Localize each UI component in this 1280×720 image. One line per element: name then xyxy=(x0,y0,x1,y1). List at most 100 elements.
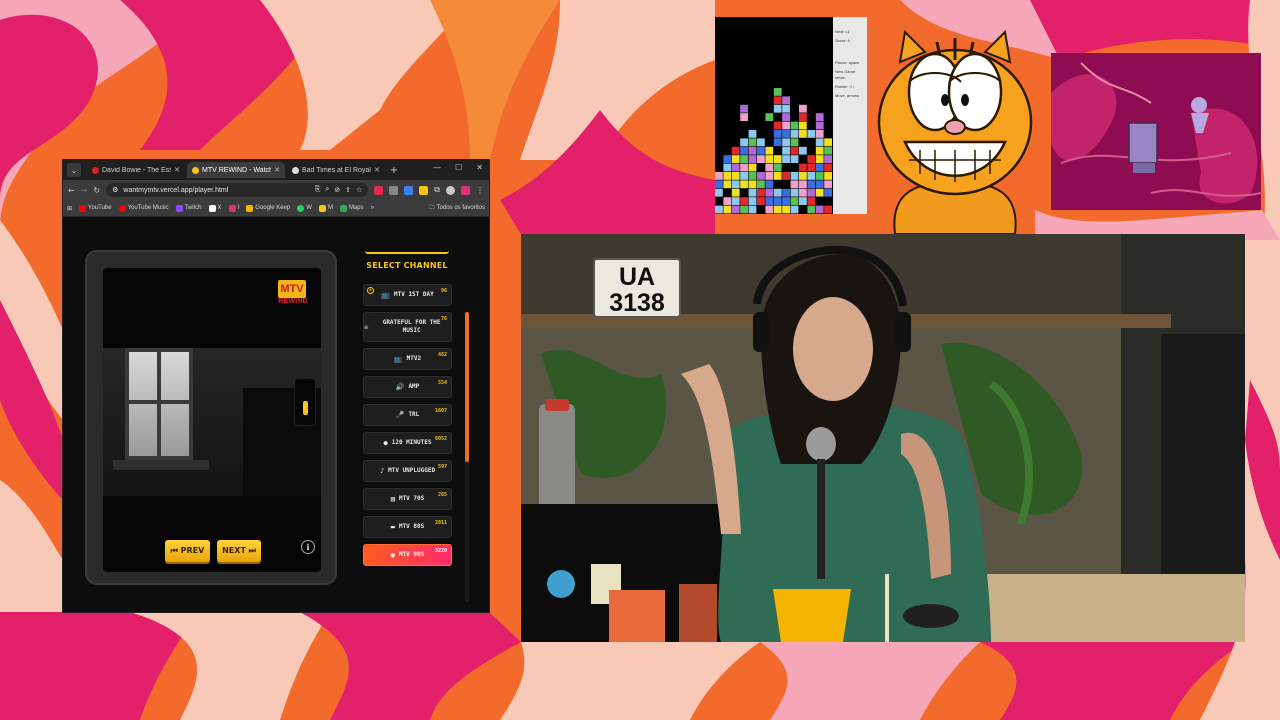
license-plate: UA 3138 xyxy=(593,258,681,318)
garfield-sticker xyxy=(877,29,1033,234)
channel-scrollbar[interactable] xyxy=(465,312,469,602)
extensions-puzzle-icon[interactable]: ⧉ xyxy=(434,185,440,195)
tetris-block xyxy=(773,138,782,147)
channel-item[interactable]: ☠ GRATEFUL FOR THE MUSIC 76 xyxy=(363,312,452,342)
tetris-block xyxy=(815,146,824,155)
tetris-block xyxy=(740,155,748,163)
bookmark-instagram[interactable]: I xyxy=(228,204,239,212)
channel-icon: 📺 xyxy=(381,291,390,299)
extension-yellow-icon[interactable] xyxy=(419,185,429,195)
bookmark-google-keep[interactable]: Google Keep xyxy=(246,204,290,212)
menu-icon[interactable]: ⋮ xyxy=(476,186,484,195)
tetris-block xyxy=(731,155,740,163)
tetris-block xyxy=(815,121,824,130)
browser-toolbar: ← → ↻ ⚙ wantmymtv.vercel.app/player.html… xyxy=(63,180,489,200)
eye-off-icon[interactable]: ⊘ xyxy=(334,186,340,194)
channel-item[interactable]: ★ 📺 MTV 1ST DAY 96 xyxy=(363,284,452,306)
channel-item[interactable]: ♪ MTV UNPLUGGED 597 xyxy=(363,460,452,482)
address-bar[interactable]: ⚙ wantmymtv.vercel.app/player.html ⎘ ⌕ ⊘… xyxy=(106,183,369,197)
tetris-block xyxy=(799,130,807,138)
close-tab-icon[interactable]: ✕ xyxy=(274,166,280,174)
tab-bad-times[interactable]: Bad Times at El Royale - … ✕ xyxy=(287,162,385,178)
more-bookmarks-icon[interactable]: » xyxy=(371,205,374,211)
bookmark-star-icon[interactable]: ☆ xyxy=(356,186,362,194)
video-screen[interactable]: MTV REWIND ⏮ PREV NEXT ⏭ xyxy=(103,268,321,572)
tetris-block xyxy=(757,172,765,180)
channel-count: 597 xyxy=(437,464,447,470)
channel-count: 96 xyxy=(440,288,447,294)
close-tab-icon[interactable]: ✕ xyxy=(374,166,380,174)
next-button[interactable]: NEXT ⏭ xyxy=(217,540,261,562)
channel-item[interactable]: ▨ MTV 70S 265 xyxy=(363,488,452,510)
info-button[interactable]: i xyxy=(301,540,315,554)
tab-search-icon[interactable]: ⌄ xyxy=(67,163,81,177)
close-window-icon[interactable]: ✕ xyxy=(476,163,483,172)
favorite-star-icon[interactable]: ★ xyxy=(367,287,374,294)
tetris-block xyxy=(773,104,782,113)
install-icon[interactable]: ⎘ xyxy=(315,186,321,194)
tetris-block xyxy=(748,188,757,197)
tetris-block xyxy=(799,113,807,121)
minimize-icon[interactable]: — xyxy=(433,163,441,172)
prev-button[interactable]: ⏮ PREV xyxy=(165,540,210,562)
bookmark-twitch[interactable]: Twitch xyxy=(175,204,202,212)
channel-label: TRL xyxy=(408,411,420,418)
extension-gray-icon[interactable] xyxy=(389,185,399,195)
forward-icon[interactable]: → xyxy=(81,186,88,195)
bookmark-m[interactable]: M xyxy=(318,204,333,212)
tab-mtv-rewind[interactable]: MTV REWIND - Watch ✕ xyxy=(187,162,285,178)
bookmark-label: X xyxy=(217,205,222,211)
bookmark-youtube[interactable]: YouTube xyxy=(79,204,112,212)
tab-david-bowie[interactable]: David Bowie - The Essenti ✕ xyxy=(87,162,185,178)
volume-slider-knob[interactable] xyxy=(303,401,308,415)
extension-red-icon[interactable] xyxy=(374,185,384,195)
tetris-block xyxy=(782,121,790,130)
extension-blue-icon[interactable] xyxy=(404,185,414,195)
share-icon[interactable]: ⇪ xyxy=(345,186,351,194)
all-bookmarks-label: Todos os favoritos xyxy=(436,205,485,211)
new-tab-icon[interactable]: + xyxy=(387,165,401,176)
bookmark-x[interactable]: X xyxy=(208,204,222,212)
tetris-block xyxy=(715,188,723,197)
apps-grid-icon[interactable]: ⊞ xyxy=(67,205,72,212)
channel-item[interactable]: 🎤 TRL 1607 xyxy=(363,404,452,426)
channel-item[interactable]: ● 120 MINUTES 6052 xyxy=(363,432,452,454)
tetris-block xyxy=(715,180,723,189)
channel-icon: ☠ xyxy=(364,323,369,331)
bookmark-youtube-music[interactable]: YouTube Music xyxy=(118,204,169,212)
profile-avatar-icon[interactable] xyxy=(446,185,455,195)
tetris-block xyxy=(765,172,774,180)
youtube-icon xyxy=(79,204,87,212)
channel-panel: SELECT CHANNEL ★ 📺 MTV 1ST DAY 96 ☠ GRATEFUL … xyxy=(359,247,455,592)
channel-item[interactable]: ▬ MTV 80S 2811 xyxy=(363,516,452,538)
tetris-block xyxy=(799,104,807,113)
channel-item[interactable]: ● MTV 90S 3220 xyxy=(363,544,452,566)
all-bookmarks-folder[interactable]: 🗀 Todos os favoritos xyxy=(429,203,485,213)
channel-scrollbar-thumb[interactable] xyxy=(465,312,469,462)
tetris-block xyxy=(757,138,765,147)
bookmark-maps[interactable]: Maps xyxy=(339,204,364,212)
channel-item[interactable]: 📺 MTV2 482 xyxy=(363,348,452,370)
tetris-block xyxy=(740,180,748,189)
extension-pink-icon[interactable] xyxy=(461,185,470,195)
tetris-block xyxy=(757,180,765,189)
tetris-block xyxy=(773,121,782,130)
tetris-block xyxy=(782,155,790,163)
close-tab-icon[interactable]: ✕ xyxy=(174,166,180,174)
tetris-block xyxy=(790,205,799,214)
bookmark-whatsapp[interactable]: W xyxy=(297,204,312,212)
back-icon[interactable]: ← xyxy=(68,186,75,195)
tetris-block xyxy=(773,96,782,105)
tetris-block xyxy=(790,172,799,180)
zoom-icon[interactable]: ⌕ xyxy=(325,186,329,194)
maximize-icon[interactable]: ☐ xyxy=(455,163,462,172)
tetris-block xyxy=(782,104,790,113)
channel-label: GRATEFUL FOR THE MUSIC xyxy=(382,319,441,334)
volume-slider[interactable] xyxy=(294,378,316,426)
site-info-icon[interactable]: ⚙ xyxy=(112,186,118,194)
tetris-block xyxy=(799,163,807,172)
channel-item[interactable]: 🔊 AMP 554 xyxy=(363,376,452,398)
reload-icon[interactable]: ↻ xyxy=(93,186,100,195)
tetris-block xyxy=(773,163,782,172)
tetris-score: Score: 9 xyxy=(835,38,850,43)
